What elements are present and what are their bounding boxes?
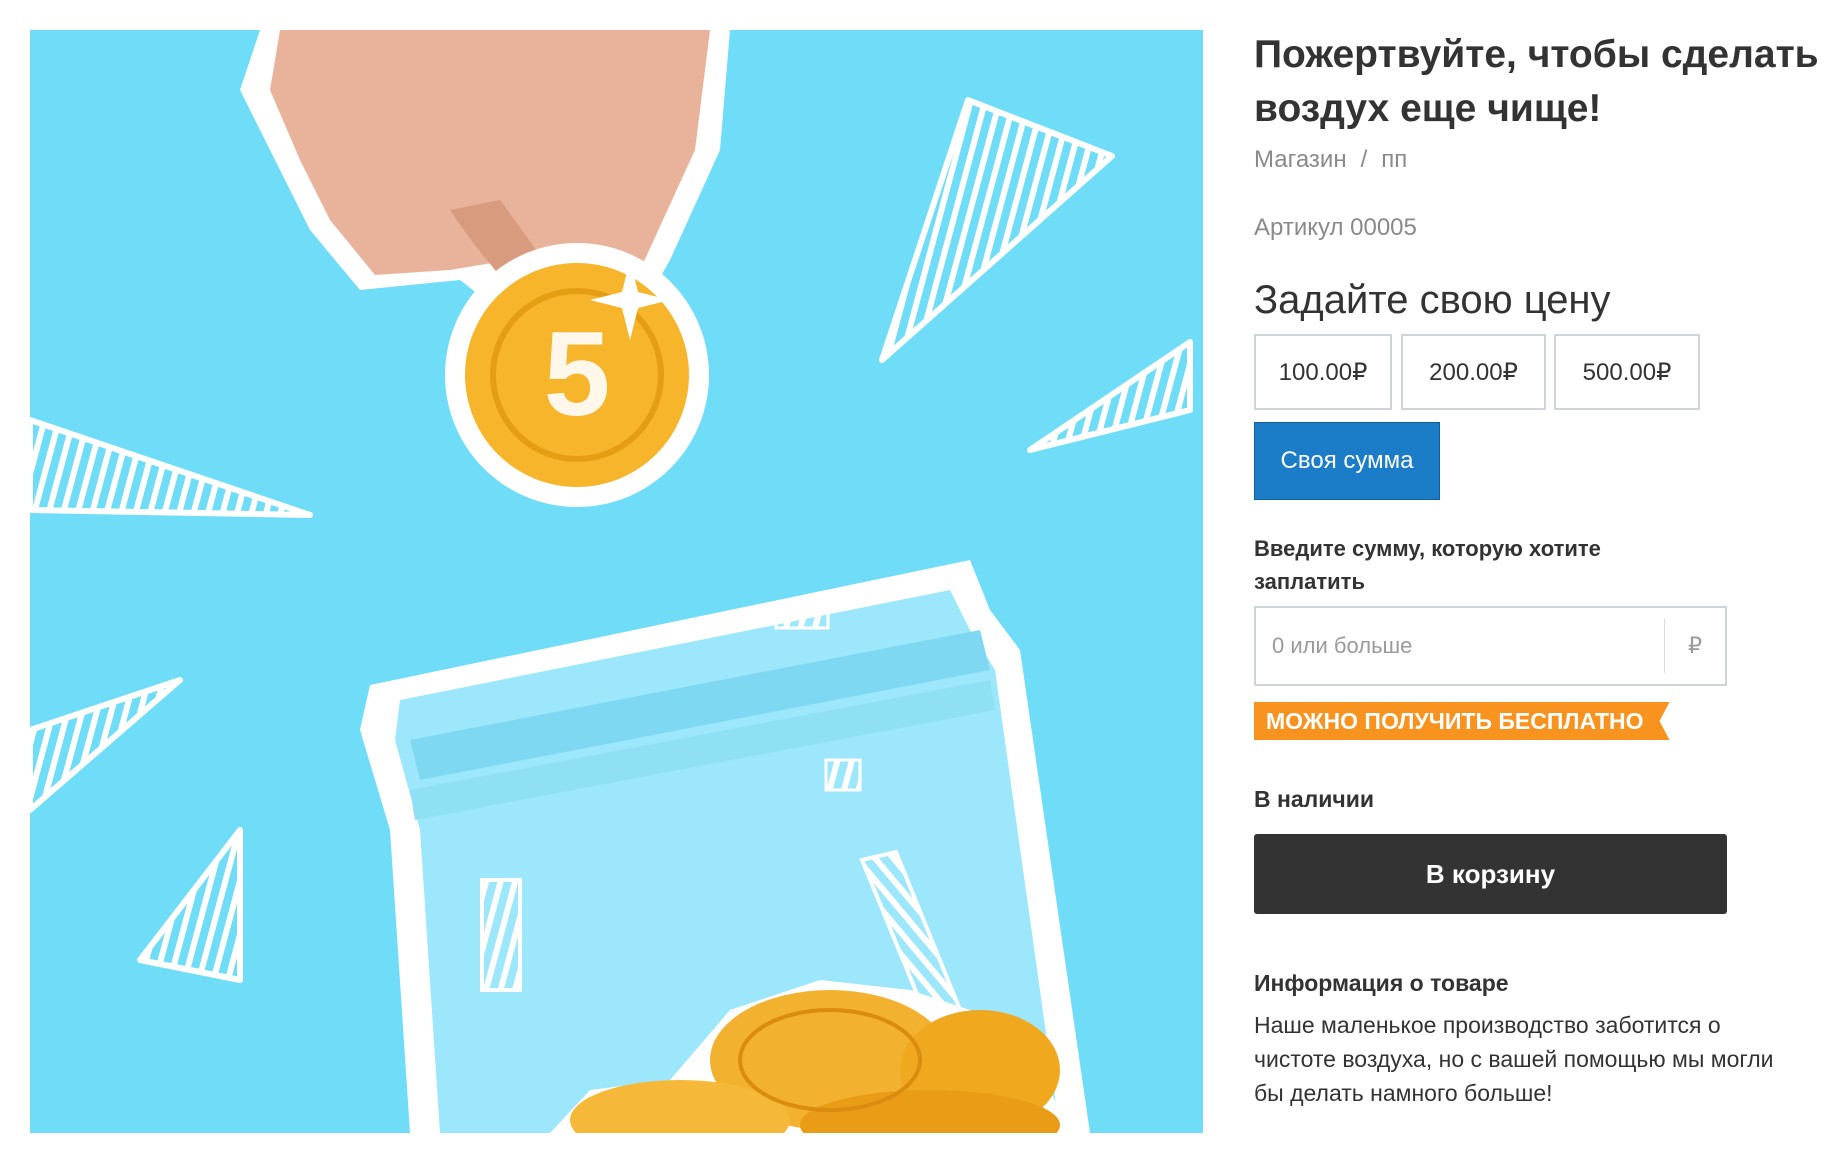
- custom-amount-button[interactable]: Своя сумма: [1254, 422, 1440, 500]
- coin-illustration: 5: [445, 243, 709, 507]
- ruble-icon: ₽: [1664, 619, 1725, 673]
- amount-input-label: Введите сумму, которую хотите заплатить: [1254, 536, 1601, 594]
- breadcrumb-separator: /: [1360, 146, 1368, 173]
- breadcrumb: Магазин / пп: [1254, 146, 1407, 174]
- product-image: 5: [30, 30, 1203, 1133]
- amount-option-500[interactable]: 500.00₽: [1554, 334, 1700, 410]
- product-title-line: воздух еще чище!: [1254, 87, 1602, 130]
- product-info-text: Наше маленькое производство заботится о …: [1254, 1012, 1774, 1106]
- product-title-line: Пожертвуйте, чтобы сделать: [1254, 33, 1819, 76]
- donation-jar-illustration: 5: [30, 30, 1203, 1133]
- product-sku: Артикул 00005: [1254, 214, 1417, 241]
- amount-option-200[interactable]: 200.00₽: [1401, 334, 1546, 410]
- free-badge: МОЖНО ПОЛУЧИТЬ БЕСПЛАТНО: [1254, 702, 1670, 740]
- product-title: Пожертвуйте, чтобы сделать воздух еще чи…: [1254, 28, 1819, 136]
- breadcrumb-item-category[interactable]: пп: [1381, 146, 1407, 173]
- stock-status: В наличии: [1254, 786, 1375, 812]
- amount-input[interactable]: [1256, 608, 1664, 684]
- add-to-cart-button[interactable]: В корзину: [1254, 834, 1727, 914]
- breadcrumb-item-shop[interactable]: Магазин: [1254, 146, 1347, 173]
- product-info-heading: Информация о товаре: [1254, 970, 1509, 996]
- svg-text:5: 5: [544, 307, 611, 441]
- price-heading: Задайте свою цену: [1254, 278, 1611, 322]
- amount-option-100[interactable]: 100.00₽: [1254, 334, 1392, 410]
- amount-input-group: ₽: [1254, 606, 1727, 686]
